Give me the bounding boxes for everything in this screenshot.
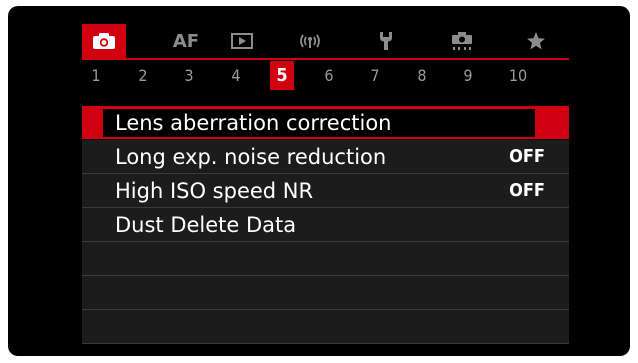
menu-item-highlight: Lens aberration correction (103, 108, 535, 137)
page-selector: 1 2 3 4 5 6 7 8 9 10 (82, 61, 569, 90)
menu-area: AF 1 2 3 4 5 6 7 8 9 10 Lens aberration … (82, 24, 569, 344)
menu-item-lens-aberration-correction[interactable]: Lens aberration correction (82, 106, 569, 140)
menu-item-high-iso-speed-nr[interactable]: High ISO speed NR OFF (82, 174, 569, 208)
tab-af-label: AF (172, 30, 200, 52)
menu-item-label: Dust Delete Data (115, 212, 297, 237)
tab-af[interactable]: AF (166, 24, 206, 58)
wireless-icon (297, 32, 323, 50)
wrench-icon (378, 31, 394, 51)
menu-items: Lens aberration correction Long exp. noi… (82, 106, 569, 344)
page-3[interactable]: 3 (177, 61, 201, 90)
camera-icon (92, 32, 116, 50)
page-7[interactable]: 7 (363, 61, 387, 90)
page-4[interactable]: 4 (224, 61, 248, 90)
playback-icon (231, 33, 253, 49)
menu-item-value: OFF (509, 146, 545, 167)
page-2[interactable]: 2 (131, 61, 155, 90)
menu-item-label-wrap: High ISO speed NR (103, 179, 313, 203)
tab-custom-functions[interactable] (442, 24, 482, 58)
star-icon (526, 31, 546, 51)
tab-shooting[interactable] (82, 24, 126, 58)
menu-item-label-wrap: Long exp. noise reduction (103, 145, 386, 169)
page-6[interactable]: 6 (317, 61, 341, 90)
custom-camera-icon (450, 30, 474, 52)
page-8[interactable]: 8 (410, 61, 434, 90)
menu-item-label: Lens aberration correction (115, 110, 392, 135)
page-9[interactable]: 9 (456, 61, 480, 90)
menu-item-empty (82, 310, 569, 344)
menu-item-label: Long exp. noise reduction (115, 144, 387, 169)
menu-item-label: High ISO speed NR (115, 178, 314, 203)
tab-my-menu[interactable] (518, 24, 554, 58)
menu-item-long-exp-noise-reduction[interactable]: Long exp. noise reduction OFF (82, 140, 569, 174)
tab-playback[interactable] (224, 24, 260, 58)
menu-item-empty (82, 242, 569, 276)
menu-item-value: OFF (509, 180, 545, 201)
menu-tabs: AF (82, 24, 569, 58)
tab-wireless[interactable] (290, 24, 330, 58)
tab-divider (82, 58, 569, 60)
page-1[interactable]: 1 (84, 61, 108, 90)
menu-item-dust-delete-data[interactable]: Dust Delete Data (82, 208, 569, 242)
page-10[interactable]: 10 (502, 61, 534, 90)
menu-item-empty (82, 276, 569, 310)
menu-item-label-wrap: Dust Delete Data (103, 213, 296, 237)
page-5[interactable]: 5 (270, 61, 294, 90)
tab-setup[interactable] (368, 24, 404, 58)
camera-menu-screen: AF 1 2 3 4 5 6 7 8 9 10 Lens aberration … (8, 6, 630, 356)
